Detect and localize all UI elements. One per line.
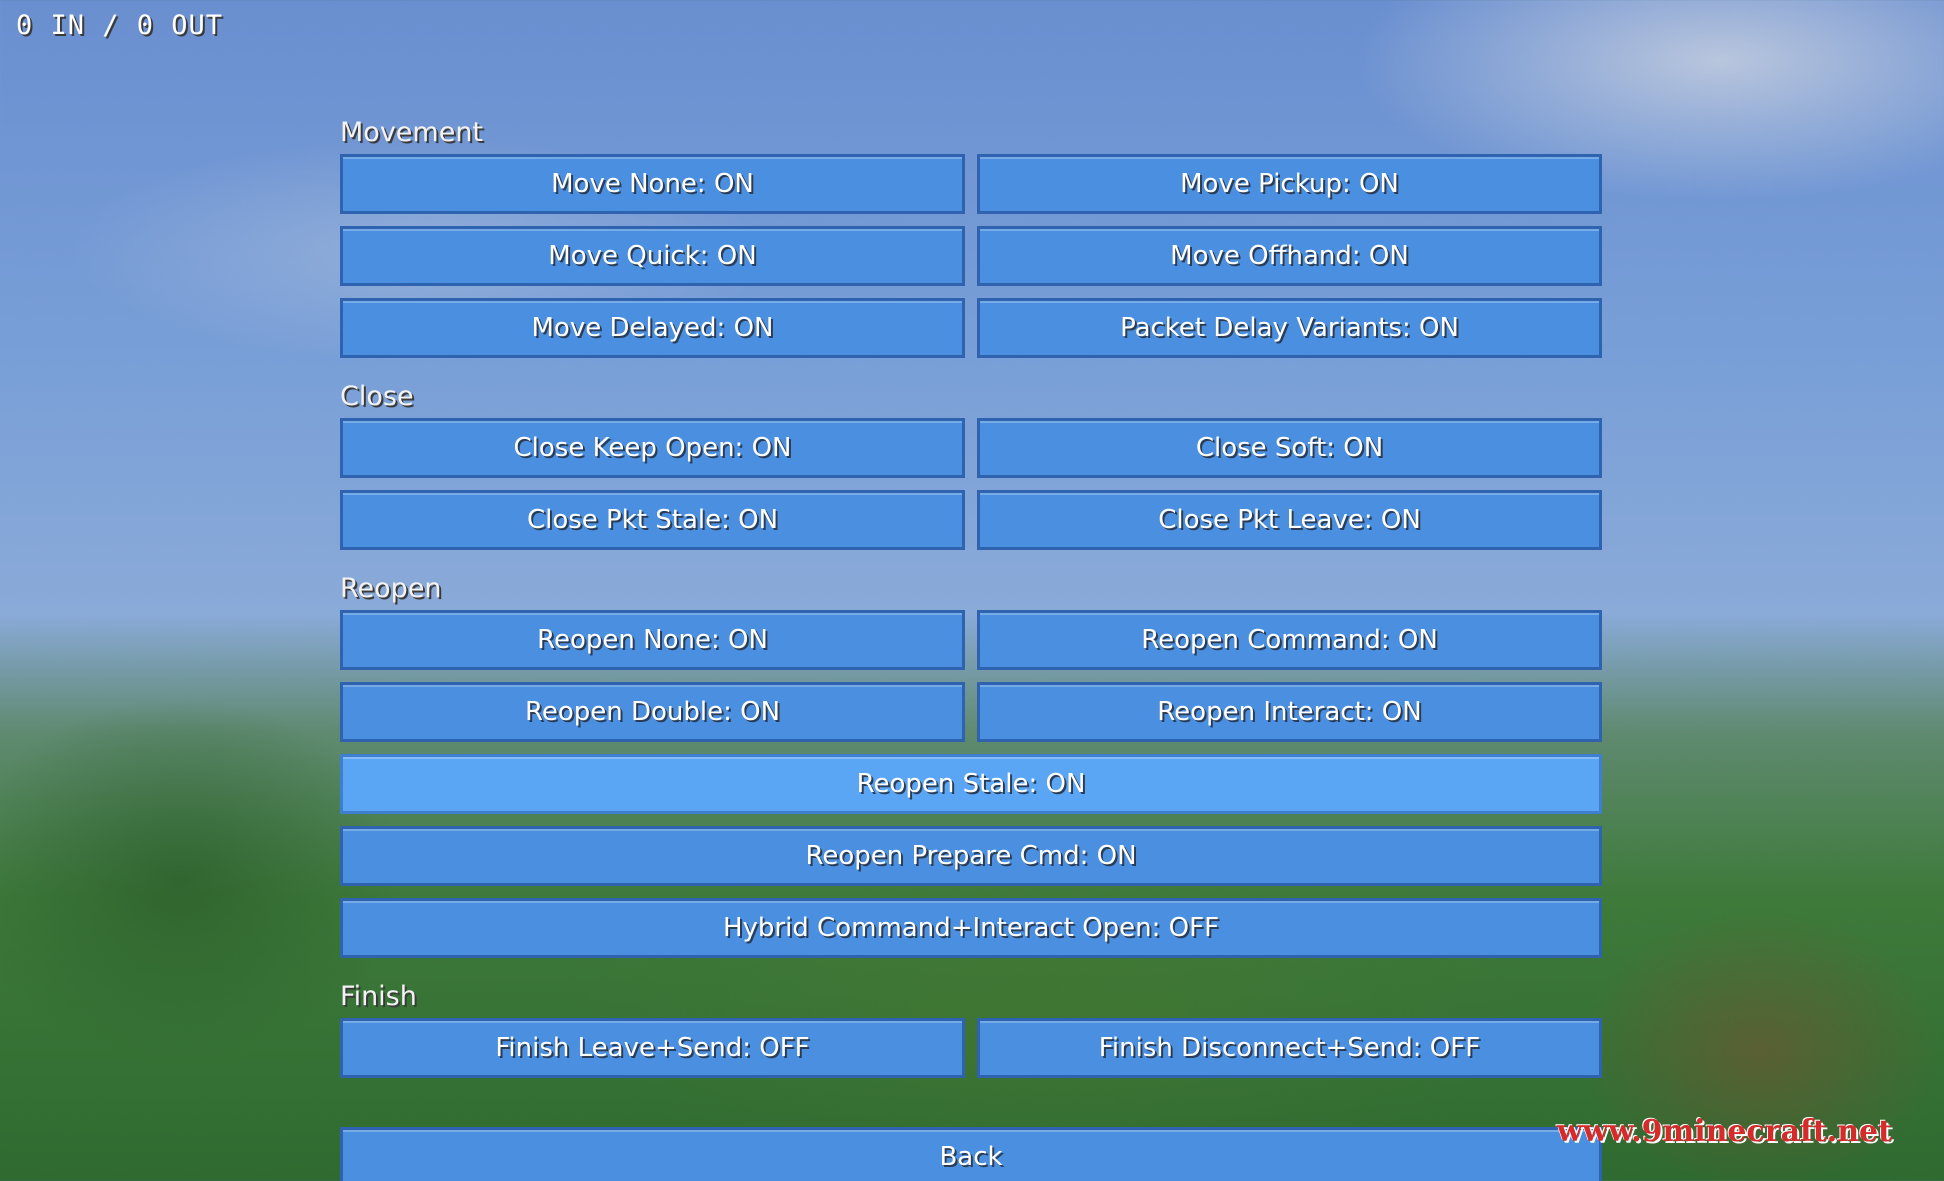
section-title-reopen: Reopen	[340, 573, 442, 604]
packet-counter: 0 IN / 0 OUT	[16, 10, 224, 41]
finish-disconnect-send-button[interactable]: Finish Disconnect+Send: OFF	[977, 1018, 1602, 1078]
settings-panel: Movement Move None: ON Move Pickup: ON M…	[340, 112, 1602, 1181]
reopen-double-button[interactable]: Reopen Double: ON	[340, 682, 965, 742]
hybrid-command-interact-open-button[interactable]: Hybrid Command+Interact Open: OFF	[340, 898, 1602, 958]
section-title-finish: Finish	[340, 981, 417, 1012]
close-pkt-leave-button[interactable]: Close Pkt Leave: ON	[977, 490, 1602, 550]
close-soft-button[interactable]: Close Soft: ON	[977, 418, 1602, 478]
reopen-stale-button[interactable]: Reopen Stale: ON	[340, 754, 1602, 814]
move-quick-button[interactable]: Move Quick: ON	[340, 226, 965, 286]
reopen-interact-button[interactable]: Reopen Interact: ON	[977, 682, 1602, 742]
finish-buttons: Finish Leave+Send: OFF Finish Disconnect…	[340, 1018, 1602, 1078]
move-offhand-button[interactable]: Move Offhand: ON	[977, 226, 1602, 286]
reopen-buttons: Reopen None: ON Reopen Command: ON Reope…	[340, 610, 1602, 958]
close-buttons: Close Keep Open: ON Close Soft: ON Close…	[340, 418, 1602, 550]
finish-leave-send-button[interactable]: Finish Leave+Send: OFF	[340, 1018, 965, 1078]
reopen-command-button[interactable]: Reopen Command: ON	[977, 610, 1602, 670]
move-delayed-button[interactable]: Move Delayed: ON	[340, 298, 965, 358]
section-title-movement: Movement	[340, 117, 484, 148]
movement-buttons: Move None: ON Move Pickup: ON Move Quick…	[340, 154, 1602, 358]
section-title-close: Close	[340, 381, 414, 412]
watermark-logo: www.9minecraft.net	[1556, 1114, 1892, 1149]
reopen-prepare-cmd-button[interactable]: Reopen Prepare Cmd: ON	[340, 826, 1602, 886]
packet-delay-variants-button[interactable]: Packet Delay Variants: ON	[977, 298, 1602, 358]
reopen-none-button[interactable]: Reopen None: ON	[340, 610, 965, 670]
move-none-button[interactable]: Move None: ON	[340, 154, 965, 214]
back-button[interactable]: Back	[340, 1127, 1602, 1181]
close-pkt-stale-button[interactable]: Close Pkt Stale: ON	[340, 490, 965, 550]
move-pickup-button[interactable]: Move Pickup: ON	[977, 154, 1602, 214]
close-keep-open-button[interactable]: Close Keep Open: ON	[340, 418, 965, 478]
